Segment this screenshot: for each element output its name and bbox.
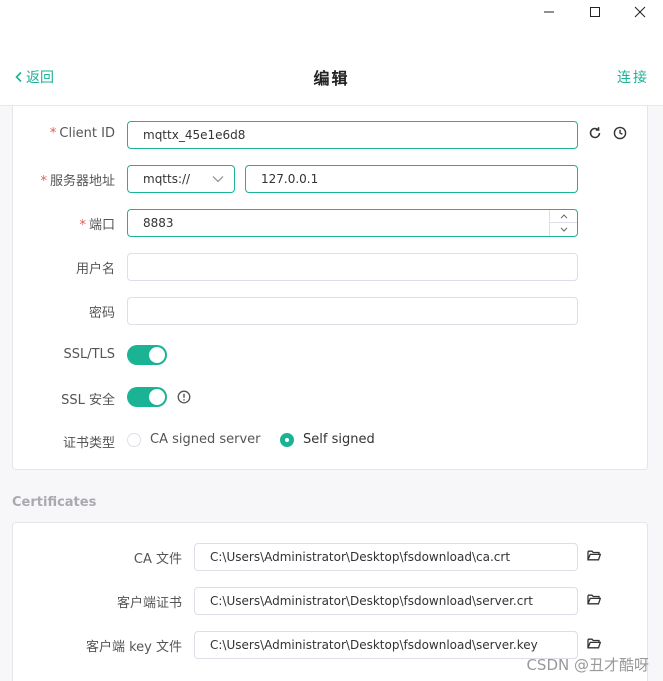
connect-button[interactable]: 连接	[617, 67, 649, 87]
port-label-text: 端口	[88, 218, 115, 233]
port-stepper	[549, 210, 577, 236]
chevron-down-icon	[212, 176, 224, 183]
required-mark: *	[49, 126, 57, 141]
client-key-browse-button[interactable]	[586, 635, 602, 651]
ca-file-input[interactable]: C:\Users\Administrator\Desktop\fsdownloa…	[194, 543, 578, 571]
ca-file-browse-button[interactable]	[586, 547, 602, 563]
client-id-label: * Client ID	[13, 126, 115, 141]
radio-self-signed-label[interactable]: Self signed	[303, 432, 375, 447]
cert-type-label: 证书类型	[62, 436, 115, 451]
host-label-text: 服务器地址	[49, 174, 115, 189]
folder-open-icon	[587, 638, 601, 649]
close-icon	[634, 6, 646, 18]
ssl-tls-label: SSL/TLS	[63, 347, 115, 362]
client-cert-label: 客户端证书	[116, 596, 182, 611]
page-header: 返回 编辑 连接	[0, 44, 663, 106]
ssl-tls-toggle[interactable]	[127, 345, 167, 365]
username-label: 用户名	[75, 262, 115, 277]
minimize-icon	[544, 11, 554, 13]
chevron-down-icon	[560, 227, 567, 232]
window-titlebar	[0, 0, 663, 44]
radio-ca-signed-label[interactable]: CA signed server	[150, 432, 261, 447]
ssl-secure-label: SSL 安全	[61, 393, 115, 408]
protocol-select[interactable]: mqtts://	[127, 165, 235, 193]
port-label: * 端口	[13, 214, 115, 233]
port-input[interactable]: 8883	[127, 209, 578, 237]
ssl-secure-info[interactable]	[176, 389, 192, 405]
client-id-input[interactable]: mqttx_45e1e6d8	[127, 121, 578, 149]
info-icon	[177, 390, 191, 404]
folder-open-icon	[587, 550, 601, 561]
client-key-label: 客户端 key 文件	[85, 640, 182, 655]
certificates-section-title: Certificates	[12, 495, 97, 510]
required-mark: *	[79, 218, 86, 233]
protocol-value: mqtts://	[143, 172, 191, 186]
host-label: * 服务器地址	[13, 170, 115, 189]
close-button[interactable]	[617, 0, 663, 24]
username-input[interactable]	[127, 253, 578, 281]
page-title: 编辑	[313, 69, 350, 88]
folder-open-icon	[587, 594, 601, 605]
port-decrement-button[interactable]	[550, 223, 577, 236]
history-button[interactable]	[612, 125, 628, 141]
clock-icon	[613, 126, 627, 140]
radio-ca-signed[interactable]	[127, 433, 141, 447]
required-mark: *	[40, 174, 47, 189]
refresh-icon	[589, 127, 601, 139]
password-label: 密码	[88, 306, 115, 321]
port-value: 8883	[143, 216, 174, 230]
radio-self-signed[interactable]	[280, 433, 294, 447]
host-input[interactable]: 127.0.0.1	[245, 165, 578, 193]
connection-form-card: * Client ID mqttx_45e1e6d8 * 服务器地址 mqtts:/…	[12, 106, 648, 470]
ca-file-label: CA 文件	[133, 552, 182, 567]
client-cert-browse-button[interactable]	[586, 591, 602, 607]
password-input[interactable]	[127, 297, 578, 325]
ssl-secure-toggle[interactable]	[127, 387, 167, 407]
watermark: CSDN @丑才酷呀	[526, 656, 649, 674]
refresh-client-id-button[interactable]	[587, 125, 603, 141]
client-key-input[interactable]: C:\Users\Administrator\Desktop\fsdownloa…	[194, 631, 578, 659]
minimize-button[interactable]	[526, 0, 572, 24]
client-id-label-text: Client ID	[59, 126, 115, 141]
chevron-up-icon	[560, 213, 567, 219]
port-increment-button[interactable]	[550, 210, 577, 223]
client-cert-input[interactable]: C:\Users\Administrator\Desktop\fsdownloa…	[194, 587, 578, 615]
maximize-icon	[590, 7, 600, 17]
maximize-button[interactable]	[572, 0, 618, 24]
